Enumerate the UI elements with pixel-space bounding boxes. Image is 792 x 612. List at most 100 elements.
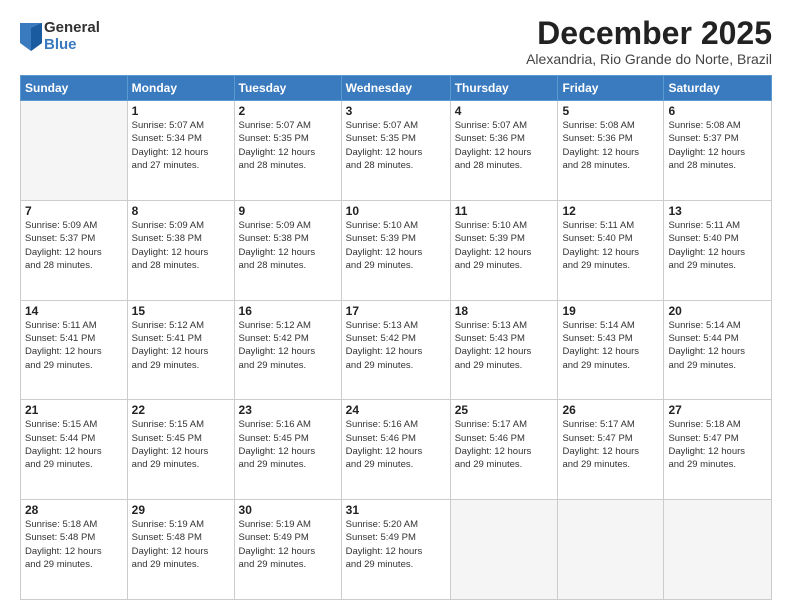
day-number: 20 <box>668 304 767 318</box>
cell-w3-d6: 20Sunrise: 5:14 AM Sunset: 5:44 PM Dayli… <box>664 300 772 400</box>
day-number: 28 <box>25 503 123 517</box>
day-info: Sunrise: 5:18 AM Sunset: 5:48 PM Dayligh… <box>25 518 123 571</box>
day-number: 25 <box>455 403 554 417</box>
day-number: 10 <box>346 204 446 218</box>
week-row-5: 28Sunrise: 5:18 AM Sunset: 5:48 PM Dayli… <box>21 500 772 600</box>
cell-w5-d5 <box>558 500 664 600</box>
day-number: 5 <box>562 104 659 118</box>
days-header-row: Sunday Monday Tuesday Wednesday Thursday… <box>21 76 772 101</box>
header-sunday: Sunday <box>21 76 128 101</box>
cell-w2-d0: 7Sunrise: 5:09 AM Sunset: 5:37 PM Daylig… <box>21 200 128 300</box>
day-number: 13 <box>668 204 767 218</box>
day-info: Sunrise: 5:11 AM Sunset: 5:40 PM Dayligh… <box>562 219 659 272</box>
cell-w5-d3: 31Sunrise: 5:20 AM Sunset: 5:49 PM Dayli… <box>341 500 450 600</box>
header-thursday: Thursday <box>450 76 558 101</box>
cell-w1-d6: 6Sunrise: 5:08 AM Sunset: 5:37 PM Daylig… <box>664 101 772 201</box>
cell-w1-d2: 2Sunrise: 5:07 AM Sunset: 5:35 PM Daylig… <box>234 101 341 201</box>
day-info: Sunrise: 5:10 AM Sunset: 5:39 PM Dayligh… <box>346 219 446 272</box>
week-row-2: 7Sunrise: 5:09 AM Sunset: 5:37 PM Daylig… <box>21 200 772 300</box>
cell-w1-d5: 5Sunrise: 5:08 AM Sunset: 5:36 PM Daylig… <box>558 101 664 201</box>
page: General Blue December 2025 Alexandria, R… <box>0 0 792 612</box>
header-monday: Monday <box>127 76 234 101</box>
cell-w5-d0: 28Sunrise: 5:18 AM Sunset: 5:48 PM Dayli… <box>21 500 128 600</box>
title-block: December 2025 Alexandria, Rio Grande do … <box>526 16 772 67</box>
cell-w5-d2: 30Sunrise: 5:19 AM Sunset: 5:49 PM Dayli… <box>234 500 341 600</box>
cell-w4-d3: 24Sunrise: 5:16 AM Sunset: 5:46 PM Dayli… <box>341 400 450 500</box>
cell-w4-d1: 22Sunrise: 5:15 AM Sunset: 5:45 PM Dayli… <box>127 400 234 500</box>
cell-w2-d3: 10Sunrise: 5:10 AM Sunset: 5:39 PM Dayli… <box>341 200 450 300</box>
cell-w1-d3: 3Sunrise: 5:07 AM Sunset: 5:35 PM Daylig… <box>341 101 450 201</box>
day-info: Sunrise: 5:11 AM Sunset: 5:40 PM Dayligh… <box>668 219 767 272</box>
logo-icon <box>20 23 42 51</box>
day-number: 6 <box>668 104 767 118</box>
day-info: Sunrise: 5:15 AM Sunset: 5:44 PM Dayligh… <box>25 418 123 471</box>
cell-w4-d2: 23Sunrise: 5:16 AM Sunset: 5:45 PM Dayli… <box>234 400 341 500</box>
day-info: Sunrise: 5:07 AM Sunset: 5:35 PM Dayligh… <box>346 119 446 172</box>
day-number: 18 <box>455 304 554 318</box>
day-info: Sunrise: 5:17 AM Sunset: 5:46 PM Dayligh… <box>455 418 554 471</box>
calendar-table: Sunday Monday Tuesday Wednesday Thursday… <box>20 75 772 600</box>
logo-text: General Blue <box>44 20 100 53</box>
cell-w2-d4: 11Sunrise: 5:10 AM Sunset: 5:39 PM Dayli… <box>450 200 558 300</box>
logo-general-text: General <box>44 20 100 37</box>
day-info: Sunrise: 5:18 AM Sunset: 5:47 PM Dayligh… <box>668 418 767 471</box>
day-info: Sunrise: 5:09 AM Sunset: 5:38 PM Dayligh… <box>239 219 337 272</box>
cell-w5-d4 <box>450 500 558 600</box>
day-info: Sunrise: 5:17 AM Sunset: 5:47 PM Dayligh… <box>562 418 659 471</box>
cell-w3-d2: 16Sunrise: 5:12 AM Sunset: 5:42 PM Dayli… <box>234 300 341 400</box>
day-number: 14 <box>25 304 123 318</box>
day-number: 17 <box>346 304 446 318</box>
day-number: 30 <box>239 503 337 517</box>
day-info: Sunrise: 5:08 AM Sunset: 5:36 PM Dayligh… <box>562 119 659 172</box>
day-number: 16 <box>239 304 337 318</box>
logo-blue-text: Blue <box>44 37 100 54</box>
day-number: 8 <box>132 204 230 218</box>
cell-w5-d1: 29Sunrise: 5:19 AM Sunset: 5:48 PM Dayli… <box>127 500 234 600</box>
cell-w3-d5: 19Sunrise: 5:14 AM Sunset: 5:43 PM Dayli… <box>558 300 664 400</box>
day-info: Sunrise: 5:07 AM Sunset: 5:35 PM Dayligh… <box>239 119 337 172</box>
day-number: 29 <box>132 503 230 517</box>
day-info: Sunrise: 5:19 AM Sunset: 5:49 PM Dayligh… <box>239 518 337 571</box>
cell-w4-d0: 21Sunrise: 5:15 AM Sunset: 5:44 PM Dayli… <box>21 400 128 500</box>
day-number: 12 <box>562 204 659 218</box>
cell-w3-d4: 18Sunrise: 5:13 AM Sunset: 5:43 PM Dayli… <box>450 300 558 400</box>
day-number: 7 <box>25 204 123 218</box>
day-number: 27 <box>668 403 767 417</box>
calendar-title: December 2025 <box>526 16 772 51</box>
cell-w2-d1: 8Sunrise: 5:09 AM Sunset: 5:38 PM Daylig… <box>127 200 234 300</box>
header-wednesday: Wednesday <box>341 76 450 101</box>
day-info: Sunrise: 5:20 AM Sunset: 5:49 PM Dayligh… <box>346 518 446 571</box>
cell-w2-d2: 9Sunrise: 5:09 AM Sunset: 5:38 PM Daylig… <box>234 200 341 300</box>
day-info: Sunrise: 5:10 AM Sunset: 5:39 PM Dayligh… <box>455 219 554 272</box>
day-info: Sunrise: 5:07 AM Sunset: 5:34 PM Dayligh… <box>132 119 230 172</box>
day-info: Sunrise: 5:15 AM Sunset: 5:45 PM Dayligh… <box>132 418 230 471</box>
day-info: Sunrise: 5:11 AM Sunset: 5:41 PM Dayligh… <box>25 319 123 372</box>
day-info: Sunrise: 5:13 AM Sunset: 5:43 PM Dayligh… <box>455 319 554 372</box>
day-info: Sunrise: 5:07 AM Sunset: 5:36 PM Dayligh… <box>455 119 554 172</box>
day-info: Sunrise: 5:13 AM Sunset: 5:42 PM Dayligh… <box>346 319 446 372</box>
logo: General Blue <box>20 20 100 53</box>
day-info: Sunrise: 5:16 AM Sunset: 5:46 PM Dayligh… <box>346 418 446 471</box>
calendar-header: Sunday Monday Tuesday Wednesday Thursday… <box>21 76 772 101</box>
header-friday: Friday <box>558 76 664 101</box>
day-number: 24 <box>346 403 446 417</box>
cell-w4-d5: 26Sunrise: 5:17 AM Sunset: 5:47 PM Dayli… <box>558 400 664 500</box>
calendar-body: 1Sunrise: 5:07 AM Sunset: 5:34 PM Daylig… <box>21 101 772 600</box>
day-number: 31 <box>346 503 446 517</box>
day-number: 4 <box>455 104 554 118</box>
cell-w3-d1: 15Sunrise: 5:12 AM Sunset: 5:41 PM Dayli… <box>127 300 234 400</box>
cell-w3-d3: 17Sunrise: 5:13 AM Sunset: 5:42 PM Dayli… <box>341 300 450 400</box>
week-row-3: 14Sunrise: 5:11 AM Sunset: 5:41 PM Dayli… <box>21 300 772 400</box>
cell-w4-d6: 27Sunrise: 5:18 AM Sunset: 5:47 PM Dayli… <box>664 400 772 500</box>
cell-w1-d4: 4Sunrise: 5:07 AM Sunset: 5:36 PM Daylig… <box>450 101 558 201</box>
day-number: 1 <box>132 104 230 118</box>
cell-w2-d5: 12Sunrise: 5:11 AM Sunset: 5:40 PM Dayli… <box>558 200 664 300</box>
day-number: 21 <box>25 403 123 417</box>
day-info: Sunrise: 5:16 AM Sunset: 5:45 PM Dayligh… <box>239 418 337 471</box>
day-info: Sunrise: 5:12 AM Sunset: 5:42 PM Dayligh… <box>239 319 337 372</box>
day-number: 11 <box>455 204 554 218</box>
day-number: 19 <box>562 304 659 318</box>
day-number: 3 <box>346 104 446 118</box>
cell-w3-d0: 14Sunrise: 5:11 AM Sunset: 5:41 PM Dayli… <box>21 300 128 400</box>
day-info: Sunrise: 5:12 AM Sunset: 5:41 PM Dayligh… <box>132 319 230 372</box>
